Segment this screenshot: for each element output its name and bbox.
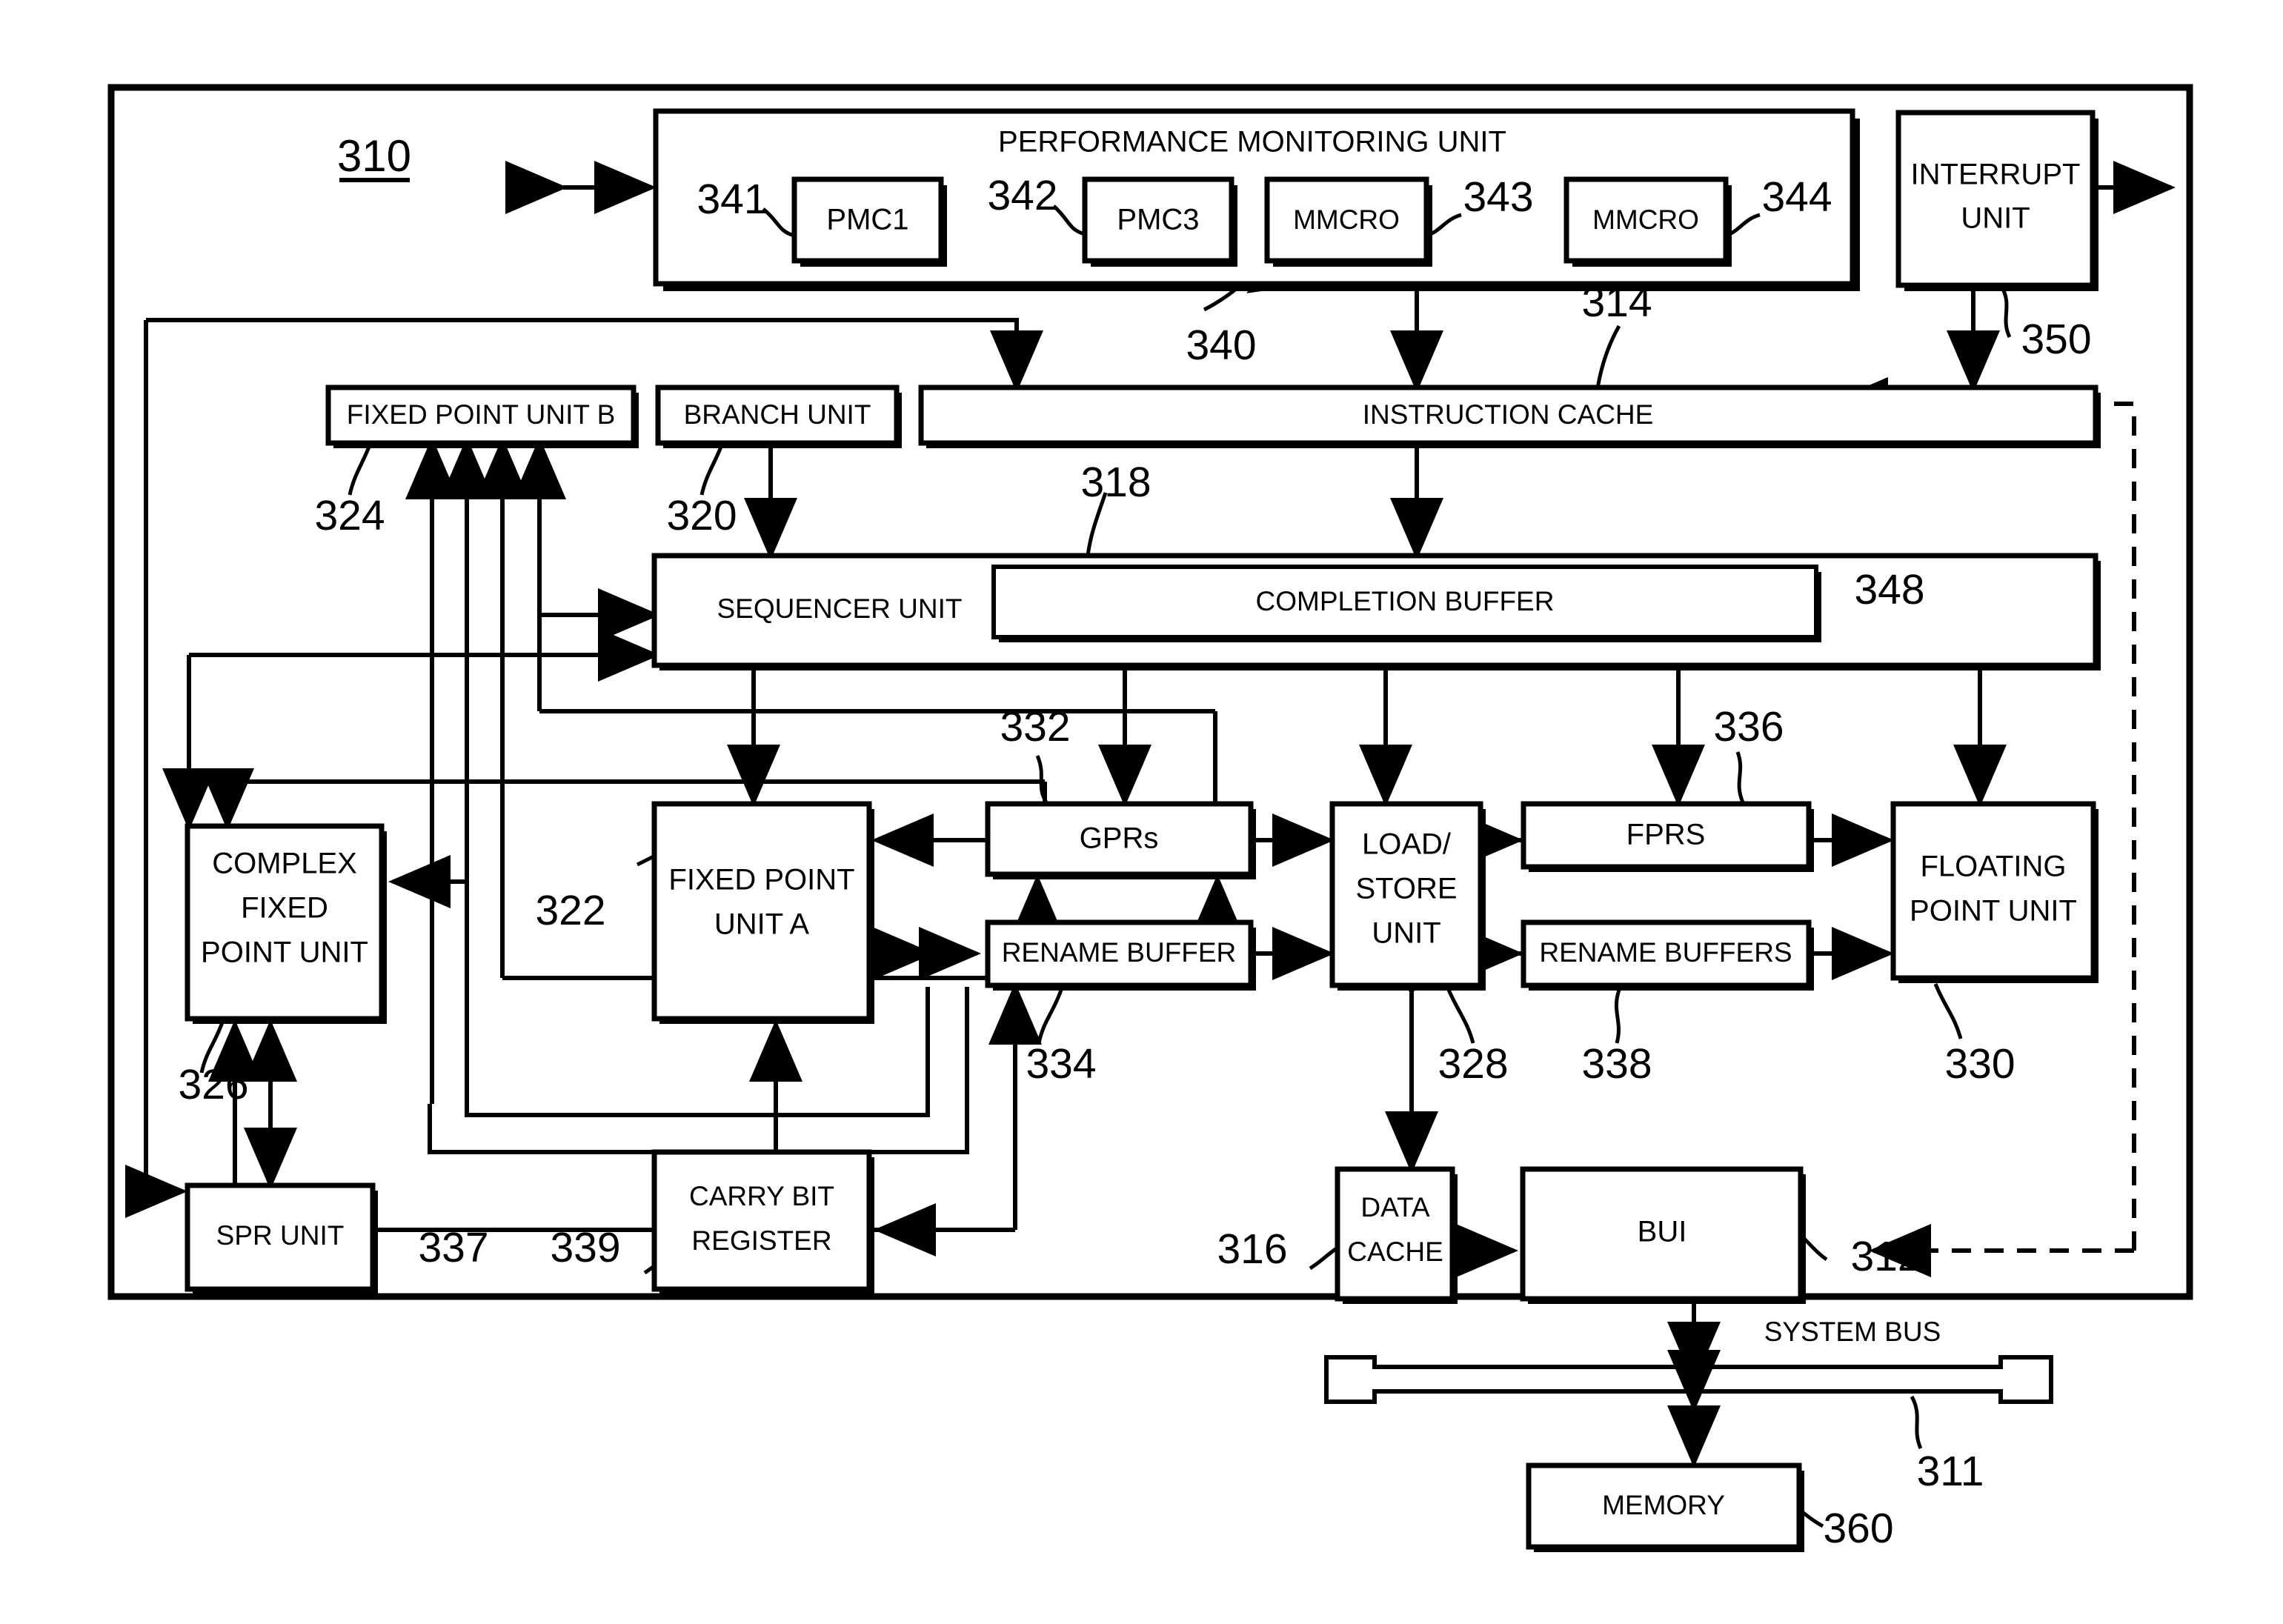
ref-330: 330 (1944, 1040, 2015, 1088)
fprs-block[interactable]: FPRS (1521, 801, 1814, 872)
memory-label: MEMORY (1602, 1490, 1725, 1520)
rename-buffer-block[interactable]: RENAME BUFFER (985, 919, 1256, 991)
data-cache-line1: DATA (1360, 1192, 1430, 1222)
complex-fixed-point-unit-block[interactable]: COMPLEX FIXED POINT UNIT (185, 823, 387, 1024)
ref-336: 336 (1713, 703, 1784, 751)
cbr-line2: REGISTER (691, 1225, 831, 1256)
interrupt-unit-block[interactable]: INTERRUPT UNIT (1895, 110, 2098, 291)
completion-buffer-block[interactable]: COMPLETION BUFFER (991, 565, 1821, 642)
carry-bit-register-block[interactable]: CARRY BIT REGISTER (651, 1149, 874, 1294)
ref-348: 348 (1854, 566, 1924, 613)
load-store-unit-block[interactable]: LOAD/ STORE UNIT (1329, 801, 1486, 991)
ref-343: 343 (1463, 173, 1533, 221)
cfpu-line2: FIXED (241, 892, 328, 925)
ref-340: 340 (1186, 322, 1256, 369)
ref-341: 341 (697, 176, 767, 223)
spr-unit-block[interactable]: SPR UNIT (185, 1182, 378, 1294)
ref-324: 324 (314, 492, 385, 539)
cfpu-line1: COMPLEX (212, 848, 357, 880)
mmcro-a-label: MMCRO (1293, 204, 1400, 235)
pmc3-block[interactable]: PMC3 (1082, 176, 1237, 267)
rename-buffers-block[interactable]: RENAME BUFFERS (1521, 919, 1814, 991)
mmcro-b-label: MMCRO (1592, 204, 1699, 235)
spr-unit-label: SPR UNIT (216, 1220, 345, 1251)
fpu-line1: FLOATING (1920, 851, 2066, 883)
lsu-line3: UNIT (1372, 917, 1440, 950)
fprs-label: FPRS (1626, 819, 1706, 851)
lsu-line2: STORE (1355, 873, 1457, 905)
memory-block[interactable]: MEMORY (1526, 1462, 1804, 1552)
lsu-line1: LOAD/ (1362, 828, 1452, 861)
pmc1-label: PMC1 (826, 204, 908, 236)
branch-unit-block[interactable]: BRANCH UNIT (655, 385, 902, 448)
rename-buffer-label: RENAME BUFFER (1002, 937, 1237, 968)
sequencer-unit-label: SEQUENCER UNIT (717, 593, 963, 624)
branch-unit-label: BRANCH UNIT (684, 399, 871, 430)
fixed-point-unit-a-block[interactable]: FIXED POINT UNIT A (651, 801, 874, 1024)
ref-312: 312 (1850, 1233, 1921, 1280)
floating-point-unit-block[interactable]: FLOATING POINT UNIT (1890, 801, 2098, 983)
ref-337: 337 (418, 1224, 488, 1271)
instruction-cache-block[interactable]: INSTRUCTION CACHE (918, 385, 2101, 448)
ref-332: 332 (1000, 703, 1070, 751)
data-cache-block[interactable]: DATA CACHE (1335, 1166, 1458, 1304)
pmu-title: PERFORMANCE MONITORING UNIT (998, 126, 1506, 159)
pmc3-label: PMC3 (1117, 204, 1199, 236)
ref-314: 314 (1581, 279, 1652, 326)
bui-label: BUI (1638, 1216, 1687, 1248)
ref-350: 350 (2021, 316, 2091, 363)
system-bus-label: SYSTEM BUS (1764, 1317, 1941, 1347)
ref-326: 326 (178, 1061, 248, 1108)
patent-figure-diagram: PERFORMANCE MONITORING UNIT PMC1 341 PMC… (0, 0, 2283, 1624)
cbr-line1: CARRY BIT (689, 1181, 834, 1211)
fixed-point-unit-b-label: FIXED POINT UNIT B (347, 399, 616, 430)
interrupt-unit-line2: UNIT (1961, 202, 2030, 235)
gprs-block[interactable]: GPRs (985, 801, 1256, 879)
fpua-line1: FIXED POINT (668, 864, 854, 896)
ref-316: 316 (1217, 1225, 1287, 1273)
ref-334: 334 (1026, 1040, 1096, 1088)
data-cache-line2: CACHE (1347, 1237, 1443, 1267)
ref-322: 322 (535, 887, 605, 934)
blocks-layer: PERFORMANCE MONITORING UNIT PMC1 341 PMC… (178, 108, 2101, 1552)
pmc1-block[interactable]: PMC1 (791, 176, 947, 267)
ref-338: 338 (1581, 1040, 1652, 1088)
interrupt-unit-line1: INTERRUPT (1911, 159, 2081, 191)
ref-320: 320 (666, 492, 737, 539)
mmcro-a-block[interactable]: MMCRO (1264, 176, 1432, 267)
gprs-label: GPRs (1080, 822, 1159, 855)
instruction-cache-label: INSTRUCTION CACHE (1363, 399, 1654, 430)
bui-block[interactable]: BUI (1520, 1166, 1806, 1304)
rename-buffers-label: RENAME BUFFERS (1539, 937, 1792, 968)
ref-311: 311 (1917, 1448, 1984, 1495)
fpu-line2: POINT UNIT (1910, 895, 2077, 928)
ref-328: 328 (1438, 1040, 1508, 1088)
mmcro-b-block[interactable]: MMCRO (1563, 176, 1732, 267)
ref-344: 344 (1761, 173, 1832, 221)
ref-342: 342 (987, 172, 1057, 219)
cfpu-line3: POINT UNIT (201, 936, 368, 969)
ref-310: 310 (337, 131, 411, 181)
ref-339: 339 (550, 1224, 620, 1271)
fpua-line2: UNIT A (714, 908, 810, 941)
fixed-point-unit-b-block[interactable]: FIXED POINT UNIT B (325, 385, 639, 448)
completion-buffer-label: COMPLETION BUFFER (1256, 586, 1555, 616)
ref-360: 360 (1823, 1505, 1893, 1552)
ref-318: 318 (1080, 459, 1151, 506)
